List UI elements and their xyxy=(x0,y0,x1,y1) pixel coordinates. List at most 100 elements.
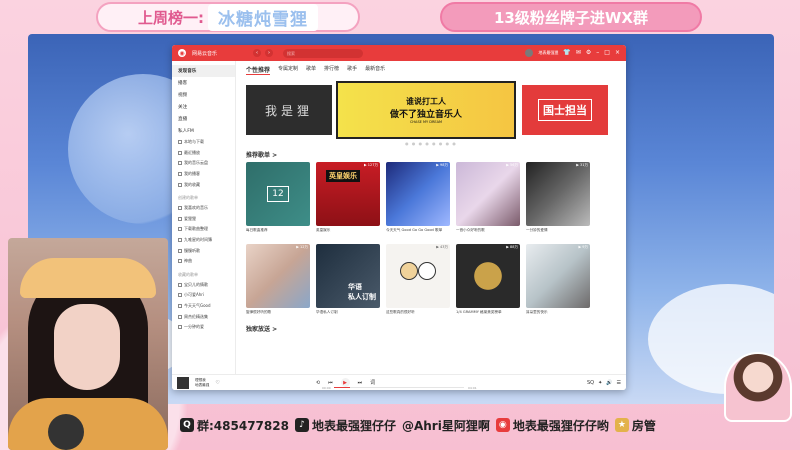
playlist-caption: 旋律很好听的歌 xyxy=(246,310,272,314)
sidebar-item-podcast[interactable]: 播客 xyxy=(172,77,235,89)
playlist-label: 周杰伦精选集 xyxy=(184,313,208,319)
playlist-card[interactable]: 12 每日歌曲推荐 xyxy=(246,162,310,238)
playlist-icon xyxy=(178,293,182,298)
minimize-icon[interactable]: – xyxy=(596,50,599,56)
sidebar-item-live[interactable]: 直播 xyxy=(172,113,235,125)
banner-center[interactable]: 谁说打工人 做不了独立音乐人 CHASE MY DREAM xyxy=(336,81,516,139)
recommended-section-title[interactable]: 推荐歌单 > xyxy=(246,150,616,159)
banner-left[interactable]: 我是狸 xyxy=(246,85,332,135)
lyrics-icon[interactable]: 词 xyxy=(370,379,375,386)
forward-arrow-icon[interactable]: › xyxy=(265,49,274,57)
manager-text: 房管 xyxy=(631,418,656,433)
playlist-item[interactable]: 神曲 xyxy=(172,256,235,267)
exclusive-section-title[interactable]: 独家放送 > xyxy=(246,324,616,333)
like-icon[interactable]: ♡ xyxy=(215,380,219,386)
loop-icon[interactable]: ⟲ xyxy=(316,380,320,386)
sidebar-item-collection[interactable]: 我的收藏 xyxy=(172,179,235,190)
playlist-icon xyxy=(178,216,182,221)
volume-icon[interactable]: 🔊 xyxy=(606,380,612,386)
fan-group-banner: 13级粉丝牌子进WX群 xyxy=(440,2,702,32)
playlist-icon xyxy=(178,248,182,253)
playlist-item[interactable]: 一分钟的爱 xyxy=(172,322,235,333)
manager-info: ★ 房管 xyxy=(614,417,656,434)
playlist-item[interactable]: 今天天气Good xyxy=(172,301,235,312)
sidebar-item-follow[interactable]: 关注 xyxy=(172,101,235,113)
banner-carousel[interactable]: 我是狸 谁说打工人 做不了独立音乐人 CHASE MY DREAM 国士担当 xyxy=(246,81,616,139)
gear-icon[interactable]: ⚙ xyxy=(586,50,591,56)
progress-fill xyxy=(334,387,350,388)
playlist-item[interactable]: 我喜欢的音乐 xyxy=(172,203,235,214)
playlist-icon xyxy=(178,282,182,287)
playlist-card[interactable]: ▶ 43万 这些歌真的很好听 xyxy=(386,244,450,320)
playlist-item[interactable]: 小可爱Ahri xyxy=(172,290,235,301)
queue-icon[interactable]: ☰ xyxy=(617,380,621,386)
playlist-item[interactable]: 慢慢听歌 xyxy=(172,245,235,256)
prev-icon[interactable]: ⏮ xyxy=(328,380,333,386)
playlist-card[interactable]: ▶ 88万 1/4 GRAMMY 格莱美奖榜单 xyxy=(456,244,520,320)
play-button[interactable]: ▶ xyxy=(340,378,350,387)
netease-icon: ◉ xyxy=(495,418,510,432)
playlist-icon xyxy=(178,238,182,243)
user-name[interactable]: 地表最强狸 xyxy=(538,50,558,56)
sidebar-item-cloud[interactable]: 我的音乐云盘 xyxy=(172,158,235,169)
close-icon[interactable]: × xyxy=(615,50,620,56)
playlist-card[interactable]: ▶ 98万 今天天气 Good Go Go Good 歌单 xyxy=(386,162,450,238)
search-input[interactable] xyxy=(283,48,364,58)
tab-playlists[interactable]: 歌单 xyxy=(306,65,316,75)
maximize-icon[interactable]: □ xyxy=(604,50,610,56)
tab-new-music[interactable]: 最新音乐 xyxy=(365,65,385,75)
playlist-item[interactable]: 周杰伦精选集 xyxy=(172,311,235,322)
play-count: ▶ 88万 xyxy=(506,245,518,249)
sidebar-item-recent[interactable]: 最近播放 xyxy=(172,148,235,159)
next-icon[interactable]: ⏭ xyxy=(358,380,363,386)
streamer-coat xyxy=(8,398,168,450)
playlist-card[interactable]: ▶ 127万 英皇娱乐 英皇娱乐 xyxy=(316,162,380,238)
user-avatar[interactable] xyxy=(525,49,534,57)
banner-right[interactable]: 国士担当 xyxy=(522,85,608,135)
playlist-card[interactable]: 华语 私人订制 华语私人订制 xyxy=(316,244,380,320)
playlist-item[interactable]: 爱狸狸 xyxy=(172,214,235,225)
tab-charts[interactable]: 排行榜 xyxy=(324,65,339,75)
netease-info: ◉ 地表最强狸仔仔哟 xyxy=(495,417,609,434)
sidebar-item-discover[interactable]: 发现音乐 xyxy=(172,65,235,77)
playlist-card[interactable]: ▶ 31万 一分钟的爱情 xyxy=(526,162,590,238)
playlist-card[interactable]: ▶ 9万 耳朵里的快乐 xyxy=(526,244,590,320)
playlist-item[interactable]: 宝贝儿的情歌 xyxy=(172,280,235,291)
mail-icon[interactable]: ✉ xyxy=(576,50,581,56)
sidebar-item-fm[interactable]: 私人FM xyxy=(172,125,235,137)
playlist-icon xyxy=(178,304,182,309)
playlist-caption: 英皇娱乐 xyxy=(316,228,331,232)
sidebar-item-local[interactable]: 本地与下载 xyxy=(172,137,235,148)
skin-icon[interactable]: 👕 xyxy=(563,50,570,56)
quality-icon[interactable]: SQ xyxy=(587,380,594,386)
playlist-cover: ▶ 31万 xyxy=(526,162,590,226)
playlist-caption: 每日歌曲推荐 xyxy=(246,228,268,232)
playlist-label: 下载歌曲整理 xyxy=(184,226,208,232)
weekly-label: 上周榜一: xyxy=(138,8,204,27)
playlist-cover: ▶ 56万 xyxy=(456,162,520,226)
qq-group-text: 群:485477828 xyxy=(197,418,289,433)
tab-custom[interactable]: 专属定制 xyxy=(278,65,298,75)
playlist-item[interactable]: 九唯星的时间簿 xyxy=(172,235,235,246)
cover-overlay-text: 华语 私人订制 xyxy=(348,283,376,301)
playlist-cover: ▶ 9万 xyxy=(526,244,590,308)
progress-bar[interactable] xyxy=(334,387,464,388)
sidebar-item-my-podcast[interactable]: 我的播客 xyxy=(172,169,235,180)
playlist-caption: 今天天气 Good Go Go Good 歌单 xyxy=(386,228,443,232)
now-playing-cover[interactable] xyxy=(177,376,189,389)
playlist-label: 一分钟的爱 xyxy=(184,324,204,330)
carousel-dots[interactable]: ● ● ● ● ● ● ● ● xyxy=(246,141,616,146)
playlist-label: 慢慢听歌 xyxy=(184,247,200,253)
weekly-top-name: 冰糖炖雪狸 xyxy=(208,3,318,31)
now-playing-artist[interactable]: 地表最强 xyxy=(195,383,209,388)
playlist-card[interactable]: ▶ 56万 一首小众好听的歌 xyxy=(456,162,520,238)
effects-icon[interactable]: ✦ xyxy=(598,380,602,386)
back-arrow-icon[interactable]: ‹ xyxy=(253,49,262,57)
playlist-card[interactable]: ▶ 12万 旋律很好听的歌 xyxy=(246,244,310,320)
tab-recommend[interactable]: 个性推荐 xyxy=(246,65,271,75)
playlist-cover: 华语 私人订制 xyxy=(316,244,380,308)
playlist-item[interactable]: 下载歌曲整理 xyxy=(172,224,235,235)
microphone xyxy=(48,414,84,450)
tab-artists[interactable]: 歌手 xyxy=(347,65,357,75)
sidebar-item-video[interactable]: 视频 xyxy=(172,89,235,101)
